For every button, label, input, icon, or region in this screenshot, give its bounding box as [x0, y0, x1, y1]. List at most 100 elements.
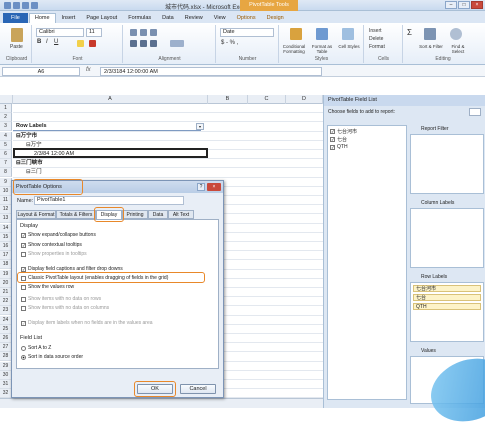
row-header[interactable]: 4 — [0, 131, 12, 141]
minimize-button[interactable]: – — [445, 1, 457, 9]
underline-button[interactable]: U — [54, 39, 58, 45]
tab-home[interactable]: Home — [28, 13, 56, 23]
row-header[interactable]: 3 — [0, 122, 12, 132]
font-name-select[interactable]: Calibri — [36, 28, 84, 37]
paste-button[interactable]: Paste — [10, 44, 23, 50]
tab-formulas[interactable]: Formulas — [123, 14, 156, 23]
paste-icon[interactable] — [11, 28, 23, 42]
delete-cells-button[interactable]: Delete — [369, 36, 383, 42]
row-field-chip[interactable]: 七台 — [413, 294, 481, 301]
sheet-tabs-bar — [0, 398, 323, 408]
column-header-a[interactable]: A — [13, 95, 208, 104]
row-field-chip[interactable]: QTH — [413, 303, 481, 310]
field-label: 七台 — [337, 137, 348, 143]
row-labels-filter-dropdown-icon[interactable]: ▾ — [196, 123, 204, 131]
tab-file[interactable]: File — [3, 13, 28, 23]
row-labels-area[interactable]: 七台河市 七台 QTH — [410, 282, 484, 342]
gridline — [13, 167, 323, 169]
align-top-icon[interactable] — [130, 29, 137, 36]
field-item[interactable]: ✓ QTH — [330, 144, 348, 150]
sort-filter-icon[interactable] — [424, 28, 436, 40]
autosum-icon[interactable]: Σ — [407, 28, 412, 37]
layout-options-button[interactable] — [469, 108, 481, 116]
field-item[interactable]: ✓ 七台河市 — [330, 128, 357, 135]
align-right-icon[interactable] — [150, 40, 157, 47]
row-labels-header-cell[interactable]: Row Labels — [13, 122, 201, 132]
align-middle-icon[interactable] — [140, 29, 147, 36]
pivottable-name-input[interactable]: PivotTable1 — [34, 196, 184, 205]
row-header[interactable]: 7 — [0, 159, 12, 169]
option-checkbox[interactable]: ✓ Show expand/collapse buttons — [21, 232, 96, 238]
insert-cells-button[interactable]: Insert — [369, 28, 382, 34]
align-center-icon[interactable] — [140, 40, 147, 47]
option-checkbox[interactable]: ✓ Show contextual tooltips — [21, 242, 82, 248]
row-header[interactable]: 8 — [0, 168, 12, 178]
find-select-button[interactable]: Find & Select — [446, 44, 470, 54]
tab-design[interactable]: Design — [262, 14, 289, 23]
format-cells-button[interactable]: Format — [369, 44, 385, 50]
sort-source-order-radio[interactable]: Sort in data source order — [21, 354, 83, 360]
conditional-formatting-icon[interactable] — [290, 28, 302, 40]
close-button[interactable]: × — [471, 1, 483, 9]
tab-view[interactable]: View — [209, 14, 231, 23]
format-as-table-button[interactable]: Format as Table — [309, 44, 335, 54]
column-header-c[interactable]: C — [248, 95, 286, 104]
cell-styles-icon[interactable] — [342, 28, 354, 40]
format-as-table-icon[interactable] — [316, 28, 328, 40]
tab-page-layout[interactable]: Page Layout — [81, 14, 122, 23]
font-size-select[interactable]: 11 — [86, 28, 102, 37]
fx-icon[interactable]: fx — [86, 67, 91, 73]
tab-insert[interactable]: Insert — [57, 14, 81, 23]
tab-printing[interactable]: Printing — [122, 210, 148, 219]
number-format-select[interactable]: Date — [220, 28, 274, 37]
window-title: 城市代码.xlsx - Microsoft Excel — [165, 5, 248, 11]
maximize-button[interactable]: □ — [458, 1, 470, 9]
tab-totals-filters[interactable]: Totals & Filters — [56, 210, 96, 219]
row-header[interactable]: 1 — [0, 104, 12, 113]
merge-icon[interactable] — [170, 40, 184, 47]
align-left-icon[interactable] — [130, 40, 137, 47]
tab-options[interactable]: Options — [232, 14, 261, 23]
sort-az-radio[interactable]: Sort A to Z — [21, 345, 51, 351]
font-color-icon[interactable] — [89, 40, 96, 47]
option-checkbox[interactable]: ✓ Display item labels when no fields are … — [21, 320, 153, 326]
row-header[interactable]: 5 — [0, 140, 12, 150]
pivot-row-cell[interactable]: ⊟万宁市 — [13, 132, 37, 141]
option-checkbox[interactable]: Show items with no data on rows — [21, 296, 101, 302]
currency-button[interactable]: $ - % , — [221, 40, 238, 46]
cell-styles-button[interactable]: Cell Styles — [336, 44, 362, 49]
row-header[interactable]: 2 — [0, 113, 12, 123]
pivot-row-cell[interactable]: ⊟三门峡市 — [13, 159, 43, 168]
name-box[interactable]: A6 — [2, 67, 80, 76]
find-select-icon[interactable] — [450, 28, 462, 40]
tab-data[interactable]: Data — [148, 210, 168, 219]
column-header-b[interactable]: B — [208, 95, 248, 104]
row-field-chip[interactable]: 七台河市 — [413, 285, 481, 292]
tab-layout-format[interactable]: Layout & Format — [16, 210, 56, 219]
column-labels-area[interactable] — [410, 208, 484, 268]
italic-button[interactable]: I — [46, 39, 48, 45]
select-all-corner[interactable] — [0, 95, 13, 104]
option-checkbox[interactable]: Show items with no data on columns — [21, 305, 109, 311]
option-checkbox[interactable]: Show properties in tooltips — [21, 251, 87, 257]
tab-data[interactable]: Data — [157, 14, 179, 23]
tab-review[interactable]: Review — [180, 14, 208, 23]
report-filter-area[interactable] — [410, 134, 484, 194]
column-header-d[interactable]: D — [286, 95, 323, 104]
cancel-button[interactable]: Cancel — [180, 384, 216, 394]
fill-color-icon[interactable] — [77, 40, 84, 47]
help-button[interactable]: ? — [197, 183, 205, 191]
pivot-row-cell[interactable]: ⊟三门 — [13, 168, 42, 177]
align-bottom-icon[interactable] — [150, 29, 157, 36]
sort-filter-button[interactable]: Sort & Filter — [418, 44, 444, 49]
tab-alt-text[interactable]: Alt Text — [168, 210, 194, 219]
row-header[interactable]: 6 — [0, 150, 12, 159]
option-label: Show properties in tooltips — [28, 251, 87, 257]
bold-button[interactable]: B — [37, 39, 41, 45]
field-item[interactable]: ✓ 七台 — [330, 136, 347, 143]
option-checkbox[interactable]: Show the values row — [21, 284, 74, 290]
quick-access-toolbar[interactable] — [4, 2, 44, 9]
conditional-formatting-button[interactable]: Conditional Formatting — [280, 44, 308, 54]
formula-input[interactable]: 2/3/3184 12:00:00 AM — [100, 67, 322, 76]
dialog-close-button[interactable]: × — [207, 183, 221, 191]
